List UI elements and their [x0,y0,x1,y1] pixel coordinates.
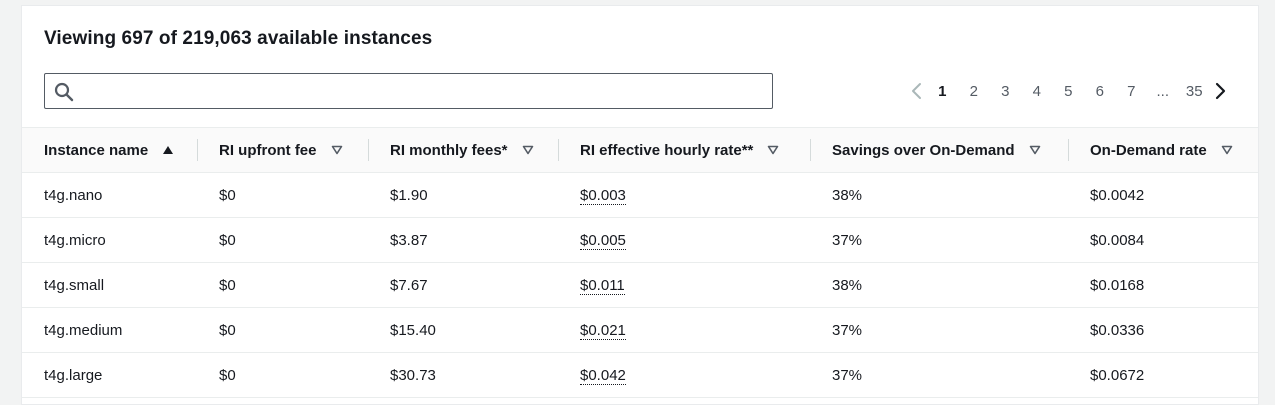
page-title: Viewing 697 of 219,063 available instanc… [44,28,433,49]
savings-cell: 38% [810,262,1068,308]
savings-cell: 37% [810,217,1068,263]
ri-monthly-fees-cell: $3.87 [368,217,558,263]
column-header-label: RI monthly fees* [390,141,508,159]
instance-name-cell: t4g.large [22,352,197,398]
page-button-7[interactable]: 7 [1116,83,1148,100]
ri-effective-hourly-rate-cell: $0.011 [558,262,810,308]
effective-rate-tooltip-trigger[interactable]: $0.011 [580,276,625,295]
column-header-label: On-Demand rate [1090,141,1207,159]
page-button-last[interactable]: 35 [1179,83,1211,100]
sort-descending-icon [331,145,343,155]
table-row: t4g.micro $0 $3.87 $0.005 37% $0.0084 [22,217,1258,263]
column-header-ri-effective-hourly-rate[interactable]: RI effective hourly rate** [558,127,810,173]
table-header-row: Instance name RI upfront fee RI monthly … [22,127,1258,173]
page-button-4[interactable]: 4 [1021,83,1053,100]
sort-ascending-icon [162,145,174,155]
effective-rate-tooltip-trigger[interactable]: $0.005 [580,231,626,250]
column-header-label: RI effective hourly rate** [580,141,754,159]
column-header-instance-name[interactable]: Instance name [22,127,197,173]
ri-upfront-fee-cell: $0 [197,262,368,308]
chevron-right-icon [1215,82,1226,100]
column-header-ri-monthly-fees[interactable]: RI monthly fees* [368,127,558,173]
instances-table: Instance name RI upfront fee RI monthly … [22,127,1258,398]
sort-descending-icon [522,145,534,155]
effective-rate-tooltip-trigger[interactable]: $0.003 [580,186,626,205]
ri-upfront-fee-cell: $0 [197,172,368,218]
effective-rate-tooltip-trigger[interactable]: $0.021 [580,321,626,340]
search-field[interactable] [44,73,773,110]
sort-descending-icon [1221,145,1233,155]
table-row: t4g.small $0 $7.67 $0.011 38% $0.0168 [22,262,1258,308]
ri-effective-hourly-rate-cell: $0.005 [558,217,810,263]
search-input[interactable] [81,74,765,110]
column-header-label: RI upfront fee [219,141,317,159]
previous-page-button[interactable] [905,78,927,104]
instance-name-cell: t4g.nano [22,172,197,218]
ri-upfront-fee-cell: $0 [197,307,368,353]
ri-monthly-fees-cell: $30.73 [368,352,558,398]
ri-effective-hourly-rate-cell: $0.003 [558,172,810,218]
column-header-savings-over-on-demand[interactable]: Savings over On-Demand [810,127,1068,173]
savings-cell: 38% [810,172,1068,218]
savings-cell: 37% [810,352,1068,398]
page-button-1[interactable]: 1 [927,83,959,100]
table-row: t4g.nano $0 $1.90 $0.003 38% $0.0042 [22,172,1258,218]
ri-monthly-fees-cell: $7.67 [368,262,558,308]
ri-effective-hourly-rate-cell: $0.021 [558,307,810,353]
sort-descending-icon [767,145,779,155]
instance-name-cell: t4g.medium [22,307,197,353]
sort-descending-icon [1029,145,1041,155]
ri-upfront-fee-cell: $0 [197,352,368,398]
ri-monthly-fees-cell: $15.40 [368,307,558,353]
ri-monthly-fees-cell: $1.90 [368,172,558,218]
ri-upfront-fee-cell: $0 [197,217,368,263]
savings-cell: 37% [810,307,1068,353]
ri-effective-hourly-rate-cell: $0.042 [558,352,810,398]
column-header-label: Instance name [44,141,149,159]
column-header-ri-upfront-fee[interactable]: RI upfront fee [197,127,368,173]
page-button-5[interactable]: 5 [1053,83,1085,100]
effective-rate-tooltip-trigger[interactable]: $0.042 [580,366,626,385]
column-header-on-demand-rate[interactable]: On-Demand rate [1068,127,1258,173]
page-button-6[interactable]: 6 [1084,83,1116,100]
page-button-2[interactable]: 2 [958,83,990,100]
next-page-button[interactable] [1210,78,1232,104]
search-icon [54,82,74,102]
on-demand-rate-cell: $0.0672 [1068,352,1258,398]
on-demand-rate-cell: $0.0042 [1068,172,1258,218]
instance-name-cell: t4g.small [22,262,197,308]
on-demand-rate-cell: $0.0084 [1068,217,1258,263]
instance-name-cell: t4g.micro [22,217,197,263]
page-button-3[interactable]: 3 [990,83,1022,100]
on-demand-rate-cell: $0.0168 [1068,262,1258,308]
on-demand-rate-cell: $0.0336 [1068,307,1258,353]
pagination-ellipsis: ... [1156,82,1169,100]
instances-panel: Viewing 697 of 219,063 available instanc… [21,5,1259,405]
table-row: t4g.medium $0 $15.40 $0.021 37% $0.0336 [22,307,1258,353]
table-row: t4g.large $0 $30.73 $0.042 37% $0.0672 [22,352,1258,398]
column-header-label: Savings over On-Demand [832,141,1015,159]
chevron-left-icon [911,83,921,99]
pagination: 1 2 3 4 5 6 7 ... 35 [905,78,1233,104]
